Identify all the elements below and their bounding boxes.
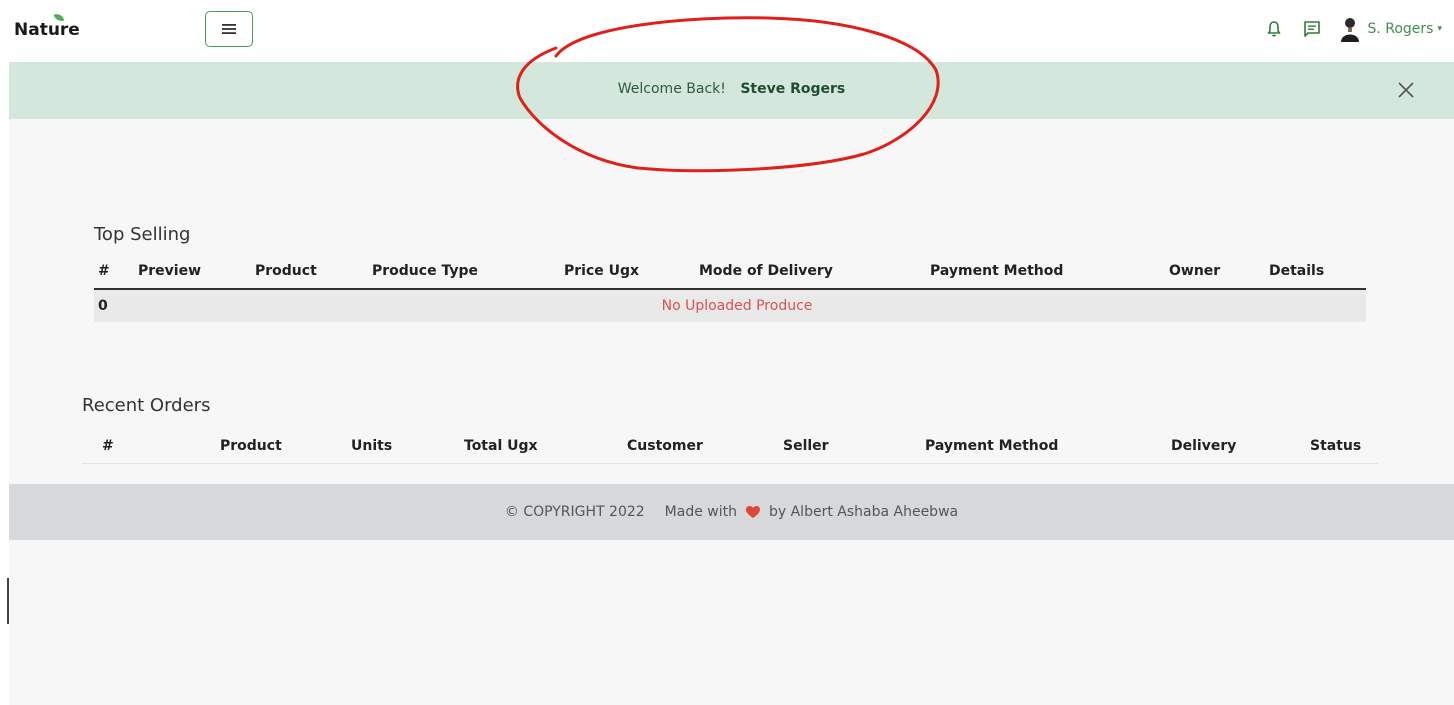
top-selling-title: Top Selling <box>94 224 191 245</box>
col-header: Units <box>351 438 393 454</box>
messages-button[interactable] <box>1301 18 1323 40</box>
notifications-button[interactable] <box>1263 18 1285 40</box>
heart-icon <box>745 506 760 518</box>
col-header: Details <box>1269 263 1325 279</box>
recent-orders-table: # Product Units Total Ugx Customer Selle… <box>82 429 1378 464</box>
col-header: Customer <box>627 438 703 454</box>
brand-logo[interactable]: Nature <box>14 11 80 40</box>
col-header: Seller <box>783 438 829 454</box>
col-header: Price Ugx <box>564 263 640 279</box>
col-header: Mode of Delivery <box>699 263 833 279</box>
col-header: # <box>102 438 114 454</box>
top-selling-table: # Preview Product Produce Type Price Ugx… <box>94 254 1366 322</box>
col-header: Payment Method <box>930 263 1064 279</box>
text-cursor-mark <box>7 578 9 624</box>
top-navbar: Nature S. Rogers ▾ <box>9 0 1454 62</box>
nav-right-group: S. Rogers ▾ <box>1263 14 1454 44</box>
alert-close-button[interactable] <box>1394 78 1418 102</box>
footer-author: by Albert Ashaba Aheebwa <box>768 504 959 520</box>
brand-name: Nature <box>14 20 80 40</box>
bell-icon <box>1268 21 1281 37</box>
col-header: Product <box>255 263 317 279</box>
welcome-user-name: Steve Rogers <box>740 81 846 97</box>
avatar[interactable] <box>1339 16 1361 42</box>
col-header: Preview <box>138 263 202 279</box>
col-header: Product <box>220 438 282 454</box>
col-header: Produce Type <box>372 263 478 279</box>
hamburger-icon <box>222 24 236 34</box>
footer-made-with: Made with <box>664 504 737 520</box>
close-icon <box>1398 82 1414 98</box>
table-row: 0 No Uploaded Produce <box>94 289 1366 322</box>
recent-orders-title: Recent Orders <box>82 395 211 416</box>
empty-state-message: No Uploaded Produce <box>661 298 813 314</box>
welcome-alert: Welcome Back! Steve Rogers <box>9 62 1454 119</box>
col-header: # <box>98 263 110 279</box>
col-header: Payment Method <box>925 438 1059 454</box>
col-header: Total Ugx <box>464 438 538 454</box>
col-header: Owner <box>1169 263 1221 279</box>
col-header: Status <box>1310 438 1362 454</box>
user-menu-name[interactable]: S. Rogers <box>1367 21 1433 37</box>
menu-toggle-button[interactable] <box>205 11 253 47</box>
footer-copyright: © COPYRIGHT 2022 <box>504 504 645 520</box>
welcome-greeting: Welcome Back! <box>617 81 726 97</box>
chevron-down-icon[interactable]: ▾ <box>1437 24 1442 34</box>
welcome-message: Welcome Back! Steve Rogers <box>9 81 1454 97</box>
col-header: Delivery <box>1171 438 1237 454</box>
footer: © COPYRIGHT 2022 Made with by Albert Ash… <box>9 484 1454 540</box>
message-icon <box>1304 21 1321 37</box>
row-index: 0 <box>98 298 108 314</box>
